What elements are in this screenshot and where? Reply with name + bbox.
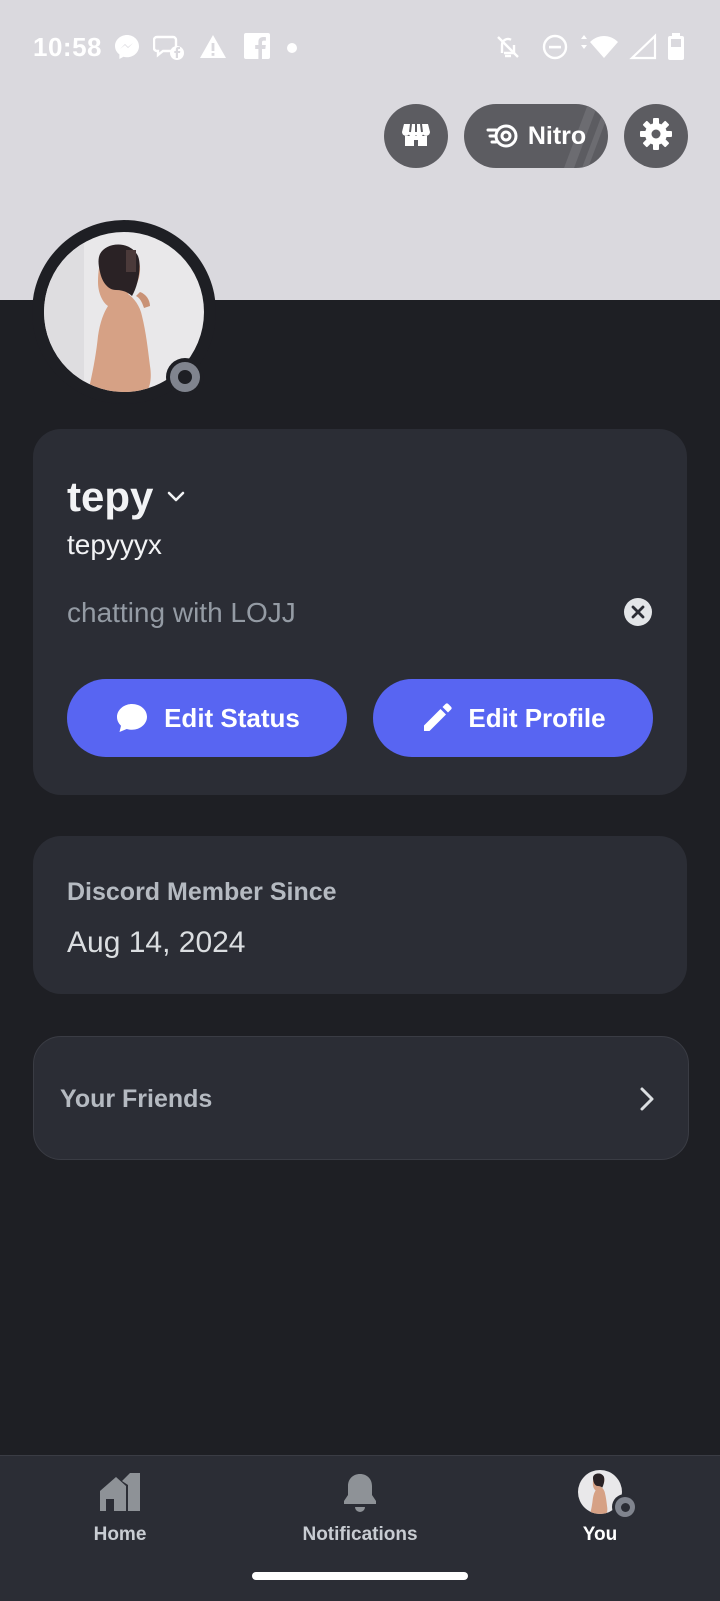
nav-notifications[interactable]: Notifications (260, 1470, 460, 1546)
bell-off-icon (493, 32, 523, 62)
your-friends-label: Your Friends (60, 1085, 213, 1113)
your-friends-row[interactable]: Your Friends (33, 1036, 689, 1160)
chat-bubble-icon (114, 701, 150, 735)
signal-icon (628, 32, 658, 62)
edit-status-label: Edit Status (164, 702, 300, 733)
nav-notifications-label: Notifications (302, 1524, 418, 1545)
battery-icon (666, 32, 686, 62)
member-since-card: Discord Member Since Aug 14, 2024 (33, 836, 687, 994)
clear-status-button[interactable] (624, 598, 652, 626)
shop-button[interactable] (384, 104, 448, 168)
do-not-disturb-icon (540, 32, 570, 62)
settings-button[interactable] (624, 104, 688, 168)
home-indicator[interactable] (252, 1572, 468, 1580)
custom-status-text[interactable]: chatting with LOJJ (67, 597, 296, 629)
pencil-icon (420, 701, 454, 735)
status-time: 10:58 (33, 32, 102, 62)
shop-icon (398, 116, 434, 157)
presence-status-dot-small (612, 1494, 638, 1520)
member-since-date: Aug 14, 2024 (67, 926, 246, 959)
nav-you[interactable]: You (500, 1470, 700, 1546)
member-since-label: Discord Member Since (67, 878, 337, 906)
dot-icon (287, 43, 297, 53)
edit-profile-button[interactable]: Edit Profile (373, 679, 653, 757)
facebook-icon (243, 32, 273, 62)
close-icon (631, 605, 645, 619)
avatar (578, 1470, 638, 1520)
bell-icon (341, 1470, 379, 1514)
chevron-right-icon (634, 1085, 658, 1118)
profile-card: tepy tepyyyx chatting with LOJJ Edit Sta… (33, 429, 687, 795)
messenger-icon (112, 32, 142, 62)
presence-status-dot (166, 358, 204, 396)
home-icon (98, 1470, 142, 1514)
nav-you-label: You (582, 1524, 618, 1545)
warning-icon (198, 32, 228, 62)
nav-home[interactable]: Home (20, 1470, 220, 1546)
edit-status-button[interactable]: Edit Status (67, 679, 347, 757)
facebook-chat-icon (152, 32, 184, 62)
gear-icon (638, 116, 674, 157)
nitro-button[interactable]: Nitro (464, 104, 608, 168)
status-bar: 10:58 (0, 0, 720, 96)
wifi-icon (578, 32, 618, 62)
edit-profile-label: Edit Profile (468, 702, 606, 733)
nitro-icon (486, 122, 520, 150)
nav-home-label: Home (93, 1524, 147, 1545)
nitro-label: Nitro (527, 121, 587, 150)
username: tepyyyx (67, 529, 162, 560)
display-name[interactable]: tepy (67, 473, 153, 521)
chevron-down-icon[interactable] (165, 485, 187, 512)
